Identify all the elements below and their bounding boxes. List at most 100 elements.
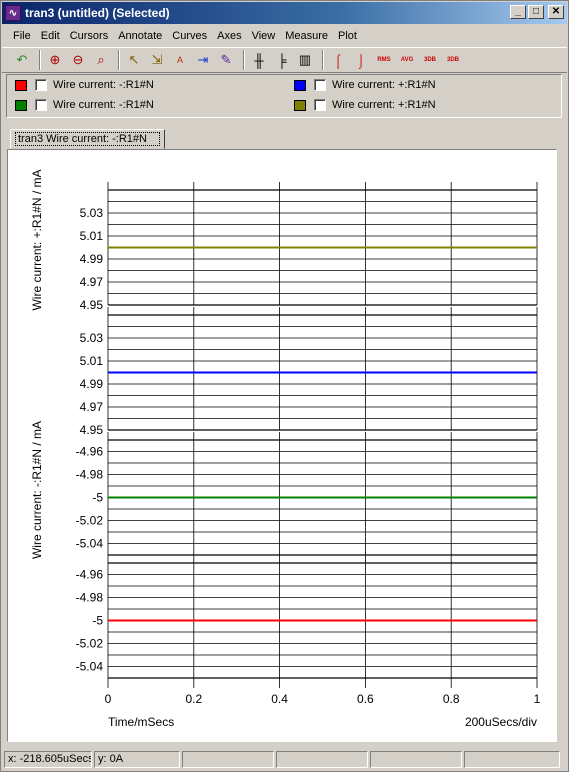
y-tick-label: 5.01 <box>80 354 104 368</box>
legend-checkbox[interactable] <box>35 99 47 111</box>
label-icon[interactable]: A <box>170 50 190 70</box>
y-tick-label: 4.95 <box>80 423 104 437</box>
cursor-icon[interactable]: ↖ <box>124 50 144 70</box>
y-tick-label: 5.03 <box>80 331 104 345</box>
avg-label: AVG <box>400 56 414 63</box>
chart-svg[interactable]: 5.03 5.01 4.99 4.97 4.95 5.03 5.01 4.99 4.97 4.95… <box>8 150 556 741</box>
menu-cursors[interactable]: Cursors <box>65 30 114 42</box>
minimize-button[interactable]: _ <box>510 5 526 19</box>
status-cell-empty <box>464 751 560 768</box>
x-tick-label: 0.4 <box>271 692 288 706</box>
zoom-fit-icon[interactable]: ⌕ <box>91 50 111 70</box>
legend-swatch <box>294 99 306 111</box>
db-icon[interactable]: 3DB <box>420 50 440 70</box>
menu-annotate[interactable]: Annotate <box>113 30 167 42</box>
legend-label: Wire current: +:R1#N <box>332 99 436 111</box>
axis-icon[interactable]: ╞ <box>272 50 292 70</box>
y-tick-label: -4.98 <box>76 591 104 605</box>
status-bar: x: -218.605uSecs y: 0A <box>2 749 567 770</box>
status-cell-empty <box>182 751 274 768</box>
menu-curves[interactable]: Curves <box>167 30 212 42</box>
x-tick-label: 0 <box>105 692 112 706</box>
x-axis-label: Time/mSecs <box>108 715 174 729</box>
add-curve-icon[interactable]: ⇥ <box>193 50 213 70</box>
rms-icon[interactable]: RMS <box>374 50 394 70</box>
y-axis-label: Wire current: +:R1#N / mA <box>30 169 44 310</box>
y-tick-label: 5.03 <box>80 206 104 220</box>
y-tick-label: -4.96 <box>76 568 104 582</box>
y-tick-label: 4.99 <box>80 377 104 391</box>
menu-measure[interactable]: Measure <box>280 30 333 42</box>
x-tick-label: 0.2 <box>185 692 202 706</box>
legend-checkbox[interactable] <box>35 79 47 91</box>
legend-swatch <box>15 99 27 111</box>
x-tick-label: 0.6 <box>357 692 374 706</box>
toolbar: ↶ ⊕ ⊖ ⌕ ↖ ⇲ A ⇥ ✎ ╫ ╞ ▥ ⌠ ⌡ RMS AVG 3DB … <box>2 47 567 73</box>
zoom-in-icon[interactable]: ⊕ <box>45 50 65 70</box>
waveform-icon[interactable]: ∿ <box>5 5 21 21</box>
menu-bar: File Edit Cursors Annotate Curves Axes V… <box>2 26 567 45</box>
db-label: 3DB <box>423 56 436 63</box>
status-x: x: -218.605uSecs <box>4 751 92 768</box>
rms-label: RMS <box>377 56 391 63</box>
digital-icon[interactable]: ▥ <box>295 50 315 70</box>
vertical-scrollbar[interactable] <box>559 119 568 744</box>
legend-label: Wire current: +:R1#N <box>332 79 436 91</box>
y-tick-label: 4.97 <box>80 275 104 289</box>
tab-graph[interactable]: tran3 Wire current: -:R1#N <box>10 129 165 149</box>
status-y: y: 0A <box>94 751 180 768</box>
fall-icon[interactable]: ⌡ <box>351 50 371 70</box>
x-tick-label: 0.8 <box>443 692 460 706</box>
toolbar-separator <box>118 50 120 70</box>
legend-item[interactable]: Wire current: -:R1#N <box>15 99 154 111</box>
legend-panel: Wire current: -:R1#N Wire current: +:R1#… <box>6 74 562 118</box>
db-phase-icon[interactable]: 3DB <box>443 50 463 70</box>
legend-label: Wire current: -:R1#N <box>53 99 154 111</box>
y-tick-label: 4.97 <box>80 400 104 414</box>
grid-icon[interactable]: ╫ <box>249 50 269 70</box>
legend-checkbox[interactable] <box>314 99 326 111</box>
y-tick-label: -4.96 <box>76 445 104 459</box>
db-phase-label: 3DB <box>446 56 459 63</box>
x-tick-label: 1 <box>534 692 541 706</box>
title-bar[interactable]: ∿ tran3 (untitled) (Selected) _ □ ✕ <box>2 2 567 24</box>
window-title: tran3 (untitled) (Selected) <box>25 6 170 20</box>
plot-area[interactable]: 5.03 5.01 4.99 4.97 4.95 5.03 5.01 4.99 4.97 4.95… <box>7 149 557 742</box>
status-cell-empty <box>370 751 462 768</box>
y-axis-label: Wire current: -:R1#N / mA <box>30 421 44 559</box>
y-tick-label: -5.02 <box>76 514 104 528</box>
legend-item[interactable]: Wire current: +:R1#N <box>294 79 436 91</box>
y-tick-label: -5.04 <box>76 660 104 674</box>
tab-label: tran3 Wire current: -:R1#N <box>15 132 160 146</box>
legend-item[interactable]: Wire current: -:R1#N <box>15 79 154 91</box>
toolbar-separator <box>39 50 41 70</box>
edit-curve-icon[interactable]: ✎ <box>216 50 236 70</box>
y-tick-label: -5 <box>92 491 103 505</box>
menu-axes[interactable]: Axes <box>212 30 246 42</box>
close-button[interactable]: ✕ <box>548 5 564 19</box>
legend-swatch <box>294 79 306 91</box>
toolbar-separator <box>243 50 245 70</box>
menu-view[interactable]: View <box>247 30 281 42</box>
avg-icon[interactable]: AVG <box>397 50 417 70</box>
y-tick-label: 4.99 <box>80 252 104 266</box>
legend-label: Wire current: -:R1#N <box>53 79 154 91</box>
legend-swatch <box>15 79 27 91</box>
legend-checkbox[interactable] <box>314 79 326 91</box>
menu-plot[interactable]: Plot <box>333 30 362 42</box>
y-tick-label: 4.95 <box>80 298 104 312</box>
y-tick-label: -5.04 <box>76 537 104 551</box>
maximize-button[interactable]: □ <box>528 5 544 19</box>
curve-select-icon[interactable]: ⇲ <box>147 50 167 70</box>
menu-edit[interactable]: Edit <box>36 30 65 42</box>
waveform-window: ∿ tran3 (untitled) (Selected) _ □ ✕ File… <box>0 0 569 772</box>
y-tick-label: -5 <box>92 614 103 628</box>
undo-icon[interactable]: ↶ <box>12 50 32 70</box>
legend-item[interactable]: Wire current: +:R1#N <box>294 99 436 111</box>
y-tick-label: 5.01 <box>80 229 104 243</box>
y-tick-label: -5.02 <box>76 637 104 651</box>
menu-file[interactable]: File <box>8 30 36 42</box>
zoom-out-icon[interactable]: ⊖ <box>68 50 88 70</box>
rise-icon[interactable]: ⌠ <box>328 50 348 70</box>
toolbar-separator <box>322 50 324 70</box>
